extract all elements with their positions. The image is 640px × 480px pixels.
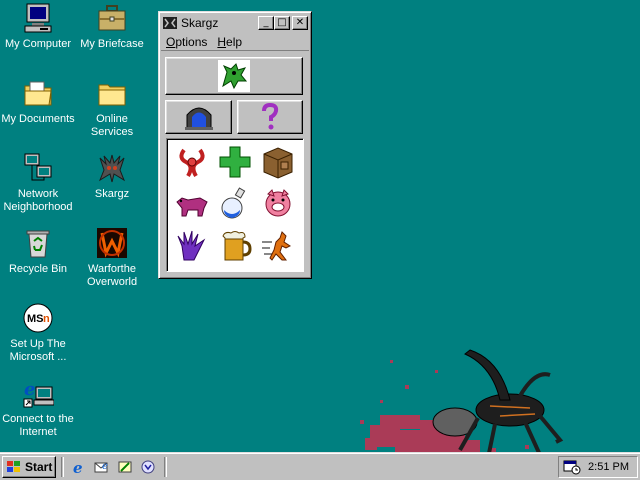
close-button[interactable]: ✕ — [292, 16, 308, 30]
desktop-icon-connect-internet[interactable]: e Connect to the Internet — [0, 377, 76, 439]
skargz-app-icon — [163, 17, 177, 29]
taskbar-separator — [61, 457, 64, 477]
briefcase-icon — [98, 5, 126, 31]
desktop-icon-network-neighborhood[interactable]: Network Neighborhood — [0, 152, 76, 214]
desktop-icon-recycle-bin[interactable]: Recycle Bin — [0, 227, 76, 276]
svg-text:e: e — [73, 459, 83, 475]
window-titlebar[interactable]: Skargz _ □ ✕ — [161, 14, 309, 32]
start-label: Start — [25, 460, 53, 474]
minimize-icon: _ — [263, 17, 269, 28]
skargz-window: Skargz _ □ ✕ Options Help — [158, 11, 312, 279]
desktop-icon-label: Online Services — [90, 113, 134, 138]
start-button[interactable]: Start — [2, 456, 56, 478]
desktop-icon-war-overworld[interactable]: Warforthe Overworld — [74, 227, 150, 289]
purple-claw-icon — [177, 230, 205, 260]
show-desktop-icon[interactable] — [117, 459, 133, 475]
menu-bar: Options Help — [161, 33, 309, 51]
grid-item[interactable] — [174, 186, 210, 225]
desktop-icon-skargz[interactable]: Skargz — [74, 152, 150, 201]
system-tray: 2:51 PM — [558, 456, 638, 478]
clock[interactable]: 2:51 PM — [588, 461, 629, 473]
running-imp-icon — [262, 230, 292, 261]
window-title: Skargz — [181, 16, 219, 30]
main-creature-button[interactable] — [165, 57, 303, 95]
war-overworld-icon — [97, 228, 127, 258]
minimize-button[interactable]: _ — [258, 16, 274, 30]
menu-help-label: elp — [226, 34, 243, 49]
outlook-express-icon[interactable]: e — [94, 459, 110, 475]
desktop-icon-label: My Documents — [1, 113, 75, 125]
beer-mug-icon — [222, 230, 252, 260]
internet-connection-icon: e — [23, 379, 54, 408]
desktop-icon-label: Skargz — [94, 188, 130, 200]
wallpaper-creature — [360, 349, 564, 468]
wooden-crate-icon — [263, 146, 293, 179]
close-icon: ✕ — [295, 17, 305, 28]
taskbar-separator — [164, 457, 167, 477]
question-mark-icon — [262, 103, 279, 130]
grid-item[interactable] — [217, 144, 253, 183]
menu-options-label: ptions — [175, 34, 208, 49]
svg-text:e: e — [102, 461, 108, 472]
svg-text:e: e — [24, 379, 35, 400]
desktop-icon-my-documents[interactable]: My Documents — [0, 77, 76, 126]
menu-help[interactable]: Help — [212, 35, 247, 49]
help-question-button[interactable] — [237, 100, 303, 134]
desktop-icon-label: Recycle Bin — [8, 263, 68, 275]
svg-text:n: n — [43, 313, 50, 325]
desktop-icon-my-briefcase[interactable]: My Briefcase — [74, 2, 150, 51]
potion-flask-icon — [221, 186, 246, 218]
grid-item[interactable] — [260, 144, 296, 183]
desktop-icon-label: My Briefcase — [80, 38, 144, 50]
recycle-bin-icon — [26, 230, 50, 258]
menu-options[interactable]: Options — [161, 35, 212, 49]
taskbar: Start e e 2:51 PM — [0, 452, 640, 480]
menu-options-accel: O — [166, 34, 176, 49]
desktop-icon-label: Network Neighborhood — [3, 188, 73, 213]
item-grid — [166, 138, 304, 272]
purple-beast-icon — [175, 196, 208, 216]
pink-pig-icon — [265, 188, 291, 216]
ie-quicklaunch-icon[interactable]: e — [72, 459, 88, 475]
computer-icon — [24, 3, 52, 33]
red-ribbon-icon — [179, 148, 205, 177]
windows-logo-icon — [7, 461, 20, 472]
channels-icon[interactable] — [140, 459, 156, 475]
desktop-icon-setup-msn[interactable]: MS n Set Up The Microsoft ... — [0, 302, 76, 364]
menu-help-accel: H — [217, 34, 227, 49]
green-cross-icon — [219, 146, 251, 177]
grid-item[interactable] — [260, 186, 296, 225]
documents-folder-icon — [24, 81, 52, 106]
msn-icon: MS n — [23, 303, 53, 333]
folder-icon — [98, 84, 126, 106]
grid-item[interactable] — [174, 144, 210, 183]
grid-item[interactable] — [174, 228, 210, 267]
desktop-icon-label: My Computer — [4, 38, 72, 50]
grid-item[interactable] — [260, 228, 296, 267]
svg-text:MS: MS — [27, 313, 44, 325]
network-icon — [24, 153, 52, 181]
skargz-creature-icon — [98, 154, 126, 183]
grid-item[interactable] — [217, 186, 253, 225]
desktop-icon-online-services[interactable]: Online Services — [74, 77, 150, 139]
desktop-icon-label: Warforthe Overworld — [86, 263, 138, 288]
grid-item[interactable] — [217, 228, 253, 267]
gate-button[interactable] — [165, 100, 232, 134]
green-beast-icon — [218, 60, 250, 92]
desktop-icon-label: Set Up The Microsoft ... — [9, 338, 67, 363]
maximize-icon: □ — [277, 17, 287, 28]
blue-gate-icon — [184, 107, 213, 130]
scheduler-tray-icon[interactable] — [563, 459, 581, 475]
desktop-icon-label: Connect to the Internet — [2, 413, 74, 438]
desktop-icon-my-computer[interactable]: My Computer — [0, 2, 76, 51]
maximize-button[interactable]: □ — [274, 16, 290, 30]
